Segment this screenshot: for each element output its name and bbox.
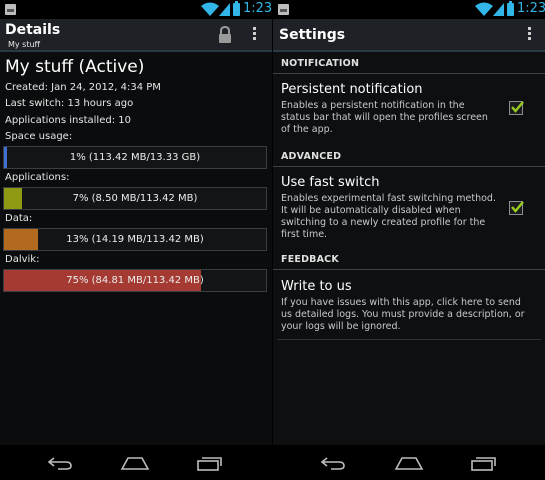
battery-icon bbox=[507, 1, 514, 16]
lock-icon[interactable] bbox=[218, 26, 232, 44]
apps-installed: Applications installed: 10 bbox=[5, 115, 131, 126]
checkmark-icon bbox=[511, 201, 524, 213]
section-header-feedback: FEEDBACK bbox=[273, 251, 545, 270]
notification-icon bbox=[5, 4, 16, 15]
signal-icon bbox=[219, 3, 230, 16]
wifi-icon bbox=[475, 2, 493, 16]
section-label: NOTIFICATION bbox=[281, 58, 360, 69]
pref-summary-line: It will be automatically disabled when bbox=[281, 205, 461, 216]
dalvik-label: Dalvik: bbox=[5, 254, 40, 265]
applications-bar: 7% (8.50 MB/113.42 MB) bbox=[3, 187, 267, 210]
pref-summary-line: status bar that will open the profiles s… bbox=[281, 112, 488, 123]
wifi-icon bbox=[201, 2, 219, 16]
space-usage-text: 1% (113.42 MB/13.33 GB) bbox=[69, 152, 201, 163]
applications-text: 7% (8.50 MB/113.42 MB) bbox=[72, 193, 198, 204]
screen-title: Settings bbox=[279, 27, 346, 43]
section-label: ADVANCED bbox=[281, 151, 342, 162]
section-header-advanced: ADVANCED bbox=[273, 148, 545, 167]
overflow-menu-icon[interactable] bbox=[251, 25, 257, 45]
checkmark-icon bbox=[511, 101, 524, 113]
nav-bar bbox=[0, 445, 272, 480]
created-date: Created: Jan 24, 2012, 4:34 PM bbox=[5, 82, 161, 93]
home-icon[interactable] bbox=[120, 455, 150, 471]
data-label: Data: bbox=[5, 213, 33, 224]
pref-summary-line: first time. bbox=[281, 229, 328, 240]
nav-bar bbox=[273, 445, 545, 480]
applications-label: Applications: bbox=[5, 172, 70, 183]
dalvik-bar: 75% (84.81 MB/113.42 MB) bbox=[3, 269, 267, 292]
data-text: 13% (14.19 MB/113.42 MB) bbox=[66, 234, 204, 245]
screen-subtitle: My stuff bbox=[8, 40, 41, 49]
settings-screen: 1:23 Settings NOTIFICATION Persistent no… bbox=[273, 0, 545, 480]
pref-fast-switch[interactable]: Use fast switch Enables experimental fas… bbox=[273, 175, 545, 243]
recent-apps-icon[interactable] bbox=[470, 455, 498, 471]
status-time: 1:23 bbox=[517, 1, 545, 16]
back-icon[interactable] bbox=[319, 455, 347, 471]
notification-icon bbox=[278, 4, 289, 15]
pref-persistent-notification[interactable]: Persistent notification Enables a persis… bbox=[273, 82, 545, 142]
home-icon[interactable] bbox=[394, 455, 424, 471]
status-time: 1:23 bbox=[243, 1, 272, 16]
status-bar: 1:23 bbox=[0, 0, 272, 19]
action-bar: Settings bbox=[273, 19, 545, 52]
section-header-notification: NOTIFICATION bbox=[273, 55, 545, 74]
pref-summary-line: of the app. bbox=[281, 124, 333, 135]
action-bar: Details My stuff bbox=[0, 19, 272, 52]
divider bbox=[277, 339, 541, 340]
space-usage-bar: 1% (113.42 MB/13.33 GB) bbox=[3, 146, 267, 169]
pref-title: Write to us bbox=[281, 279, 352, 294]
signal-icon bbox=[493, 3, 504, 16]
pref-summary-line: switching to a newly created profile for… bbox=[281, 217, 486, 228]
space-usage-label: Space usage: bbox=[5, 131, 73, 142]
fast-switch-checkbox[interactable] bbox=[509, 201, 524, 215]
battery-icon bbox=[233, 1, 240, 16]
section-label: FEEDBACK bbox=[281, 254, 339, 265]
pref-summary-line: If you have issues with this app, click … bbox=[281, 297, 521, 308]
back-icon[interactable] bbox=[46, 455, 74, 471]
overflow-menu-icon[interactable] bbox=[526, 25, 532, 45]
dalvik-text: 75% (84.81 MB/113.42 MB) bbox=[66, 275, 204, 286]
pref-write-to-us[interactable]: Write to us If you have issues with this… bbox=[273, 279, 545, 335]
pref-summary-line: Enables experimental fast switching meth… bbox=[281, 193, 496, 204]
details-screen: 1:23 Details My stuff My stuff (Active) … bbox=[0, 0, 272, 480]
screen-title: Details bbox=[5, 22, 61, 38]
last-switch: Last switch: 13 hours ago bbox=[5, 98, 134, 109]
pref-summary-line: Enables a persistent notification in the bbox=[281, 100, 465, 111]
pref-summary-line: your logs will be ignored. bbox=[281, 321, 401, 332]
persistent-notification-checkbox[interactable] bbox=[509, 101, 524, 115]
recent-apps-icon[interactable] bbox=[196, 455, 224, 471]
pref-title: Use fast switch bbox=[281, 175, 380, 190]
data-bar: 13% (14.19 MB/113.42 MB) bbox=[3, 228, 267, 251]
profile-name: My stuff (Active) bbox=[5, 57, 145, 77]
pref-title: Persistent notification bbox=[281, 82, 423, 97]
pref-summary-line: us detailed logs. You must provide a des… bbox=[281, 309, 525, 320]
status-bar: 1:23 bbox=[273, 0, 545, 19]
